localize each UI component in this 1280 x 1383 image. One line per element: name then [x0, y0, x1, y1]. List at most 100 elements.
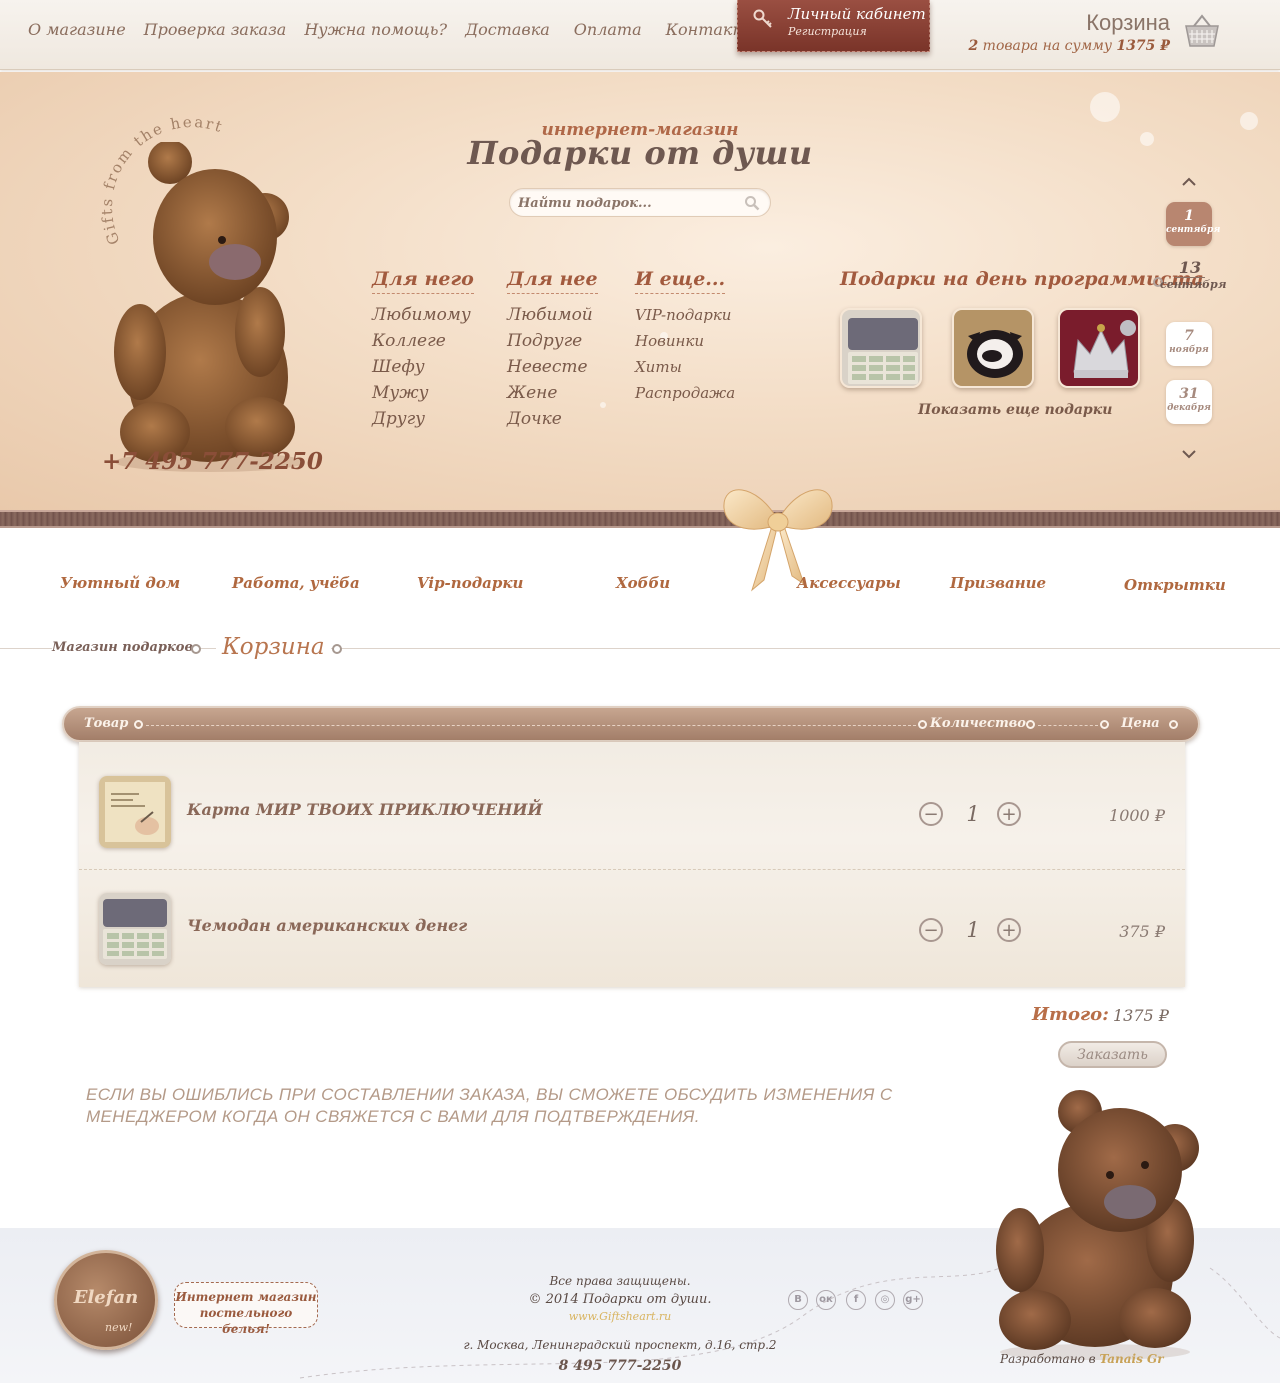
topnav-payment[interactable]: Оплата: [574, 20, 642, 39]
category-hobby[interactable]: Хобби: [616, 574, 670, 592]
menu-item[interactable]: Жене: [507, 380, 598, 406]
gift-thumb-teapot[interactable]: [952, 308, 1034, 388]
google-plus-icon[interactable]: g+: [903, 1290, 923, 1310]
cart-table-header: Товар Количество Цена: [62, 706, 1200, 742]
date-card[interactable]: 31 декабря: [1166, 380, 1212, 424]
search-input[interactable]: [518, 194, 738, 212]
menu-item[interactable]: Мужу: [372, 380, 474, 406]
product-image-map[interactable]: [99, 776, 171, 848]
top-bar: О магазине Проверка заказа Нужна помощь?…: [0, 0, 1280, 70]
teddy-bear-illustration: [114, 142, 305, 472]
order-notice: ЕСЛИ ВЫ ОШИБЛИСЬ ПРИ СОСТАВЛЕНИИ ЗАКАЗА,…: [86, 1085, 893, 1126]
quantity-decrease-button[interactable]: −: [919, 802, 943, 826]
credits-studio-link[interactable]: Tanais Gr: [1099, 1352, 1163, 1366]
date-month: сентября: [1166, 225, 1221, 235]
menu-item[interactable]: Новинки: [635, 328, 735, 354]
vk-icon[interactable]: В: [788, 1290, 808, 1310]
category-vocation[interactable]: Призвание: [950, 574, 1046, 592]
cart-sum: 1375 ₽: [1116, 38, 1170, 54]
date-card[interactable]: 7 ноября: [1166, 322, 1212, 366]
show-more-gifts-link[interactable]: Показать еще подарки: [918, 402, 1112, 418]
date-day: 7: [1184, 328, 1194, 344]
search-icon[interactable]: [744, 195, 760, 211]
product-name[interactable]: Карта МИР ТВОИХ ПРИКЛЮЧЕНИЙ: [187, 800, 543, 819]
table-row: Чемодан американских денег − 1 + 375 ₽: [79, 869, 1185, 987]
register-link[interactable]: Регистрация: [788, 25, 867, 38]
date-month: сентября: [1160, 278, 1227, 291]
menu-for-him: Для него Любимому Коллеге Шефу Мужу Друг…: [372, 268, 474, 432]
menu-item[interactable]: Шефу: [372, 354, 474, 380]
order-button[interactable]: Заказать: [1058, 1041, 1167, 1068]
key-icon: [752, 8, 774, 30]
col-price: Цена: [1121, 716, 1160, 731]
menu-item[interactable]: Другу: [372, 406, 474, 432]
basket-icon[interactable]: [1184, 14, 1220, 48]
facebook-icon[interactable]: f: [846, 1290, 866, 1310]
cart-table-body: Карта МИР ТВОИХ ПРИКЛЮЧЕНИЙ − 1 + 1000 ₽…: [79, 742, 1185, 987]
hero-banner: Gifts from the heart +7 495 777-2250 инт…: [0, 72, 1280, 510]
menu-item[interactable]: VIP-подарки: [635, 302, 735, 328]
sparkle: [600, 402, 606, 408]
date-day: 31: [1179, 386, 1199, 402]
gift-thumb-crown[interactable]: [1058, 308, 1140, 388]
total-value: 1375 ₽: [1113, 1006, 1169, 1025]
credits: Разработано в Tanais Gr: [1000, 1352, 1164, 1366]
topnav-help[interactable]: Нужна помощь?: [304, 20, 447, 39]
instagram-icon[interactable]: ◎: [875, 1290, 895, 1310]
category-vip-gifts[interactable]: Vip-подарки: [417, 574, 523, 592]
category-cozy-home[interactable]: Уютный дом: [60, 574, 180, 592]
holiday-title[interactable]: Подарки на день программиста: [840, 268, 1204, 290]
menu-item[interactable]: Подруге: [507, 328, 598, 354]
quantity-value: 1: [966, 802, 980, 826]
menu-item[interactable]: Невесте: [507, 354, 598, 380]
quantity-decrease-button[interactable]: −: [919, 918, 943, 942]
hero-phone[interactable]: +7 495 777-2250: [102, 448, 323, 475]
personal-cabinet[interactable]: Личный кабинет Регистрация: [737, 0, 930, 52]
breadcrumb-home[interactable]: Магазин подарков: [52, 640, 199, 655]
elefan-name: Elefan: [73, 1287, 139, 1308]
menu-item[interactable]: Дочке: [507, 406, 598, 432]
date-month: ноября: [1169, 345, 1209, 355]
chevron-up-icon[interactable]: [1180, 176, 1198, 188]
footer-copyright: © 2014 Подарки от души.: [528, 1292, 712, 1307]
credits-prefix: Разработано в: [1000, 1352, 1096, 1366]
cart-title: Корзина: [1086, 10, 1170, 35]
quantity-increase-button[interactable]: +: [997, 918, 1021, 942]
date-card-current[interactable]: 13 сентября: [1160, 258, 1227, 291]
cart-summary[interactable]: Корзина 2 товара на сумму 1375 ₽: [968, 10, 1170, 54]
menu-head-more[interactable]: И еще...: [635, 268, 726, 294]
menu-more: И еще... VIP-подарки Новинки Хиты Распро…: [635, 268, 735, 406]
footer-rights: Все права защищены.: [549, 1274, 691, 1288]
menu-item[interactable]: Любимому: [372, 302, 474, 328]
product-image-suitcase[interactable]: [99, 893, 171, 965]
date-card-active[interactable]: 1 сентября: [1166, 202, 1221, 246]
menu-head-for-him[interactable]: Для него: [372, 268, 474, 294]
chevron-down-icon[interactable]: [1180, 448, 1198, 460]
gift-thumb-suitcase[interactable]: [840, 308, 922, 388]
quantity-increase-button[interactable]: +: [997, 802, 1021, 826]
menu-head-for-her[interactable]: Для нее: [507, 268, 598, 294]
menu-item[interactable]: Любимой: [507, 302, 598, 328]
menu-item[interactable]: Распродажа: [635, 380, 735, 406]
topnav-delivery[interactable]: Доставка: [465, 20, 550, 39]
category-postcards[interactable]: Открытки: [1124, 576, 1226, 594]
cabinet-label[interactable]: Личный кабинет: [788, 5, 926, 23]
menu-item[interactable]: Хиты: [635, 354, 735, 380]
category-accessories[interactable]: Аксессуары: [797, 574, 901, 592]
table-row: Карта МИР ТВОИХ ПРИКЛЮЧЕНИЙ − 1 + 1000 ₽: [79, 742, 1185, 860]
cart-count: 2: [968, 38, 979, 54]
header-dash: [1038, 725, 1098, 726]
footer-phone[interactable]: 8 495 777-2250: [430, 1358, 810, 1374]
odnoklassniki-icon[interactable]: ок: [816, 1290, 836, 1310]
topnav-order-check[interactable]: Проверка заказа: [144, 20, 287, 39]
footer-site-link[interactable]: www.Giftsheart.ru: [430, 1310, 810, 1323]
menu-item[interactable]: Коллеге: [372, 328, 474, 354]
elefan-badge[interactable]: Elefan new!: [54, 1250, 158, 1350]
total-label: Итого:: [1032, 1004, 1109, 1025]
topnav-about[interactable]: О магазине: [28, 20, 126, 39]
category-work-study[interactable]: Работа, учёба: [232, 574, 360, 592]
product-name[interactable]: Чемодан американских денег: [187, 916, 467, 935]
elefan-bubble[interactable]: Интернет магазин постельного белья!: [174, 1282, 318, 1336]
brand-title[interactable]: Подарки от души: [0, 134, 1280, 172]
page-title: Корзина: [216, 634, 331, 660]
